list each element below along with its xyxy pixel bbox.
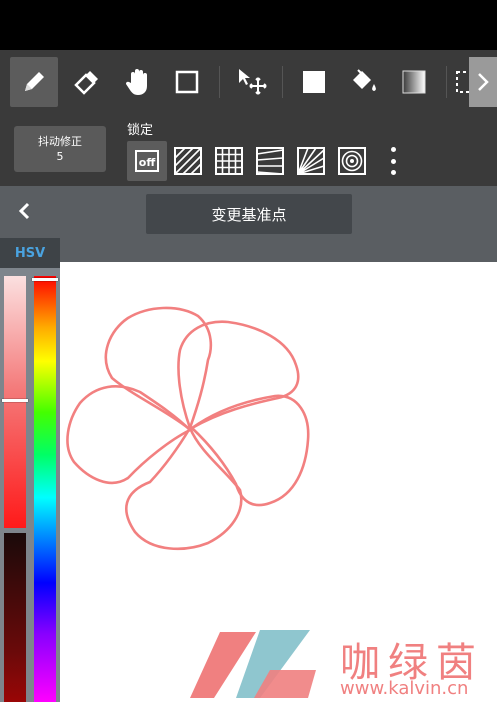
stabilizer-value: 5 [56,150,64,163]
concentric-circles-icon [338,147,366,175]
bucket-icon [353,69,376,91]
stabilizer-label: 抖动修正 [38,135,82,148]
pivot-bar: 变更基准点 [0,186,497,262]
lock-label: 锁定 [127,123,154,138]
flower-petal [104,306,213,430]
toolbar-scroll-right-button[interactable] [469,57,497,107]
perspective-lines-icon [256,147,284,175]
gradient-icon [402,70,426,94]
flower-petal [125,426,243,551]
lock-perspective-button[interactable] [250,141,290,181]
eraser-icon [74,71,98,95]
pen-tool-button[interactable] [10,57,58,107]
radial-lines-icon [297,147,325,175]
lock-concentric-button[interactable] [332,141,372,181]
toolbar-divider [446,66,447,98]
rectangle-tool-button[interactable] [163,57,211,107]
saturation-slider[interactable] [4,276,26,528]
lock-parallel-button[interactable] [168,141,208,181]
bucket-tool-button[interactable] [340,57,388,107]
change-pivot-button[interactable]: 变更基准点 [146,194,352,234]
hue-slider[interactable] [34,276,56,702]
move-tool-button[interactable] [228,57,276,107]
rectangle-icon [175,70,199,94]
flower-petal [66,385,192,485]
chevron-left-icon [18,202,30,220]
fill-rect-icon [303,71,325,93]
more-options-button[interactable] [384,147,402,175]
more-dot [390,158,396,164]
watermark: 咖绿茵 www.kalvin.cn [190,622,497,702]
pen-icon [25,72,44,91]
parallel-lines-icon [174,147,202,175]
hand-icon [125,69,147,95]
fill-rect-tool-button[interactable] [290,57,338,107]
value-slider[interactable] [4,533,26,702]
flower-petal [190,394,310,507]
flower-drawing [66,306,310,551]
hand-tool-button[interactable] [114,57,162,107]
lock-off-button[interactable]: off [127,141,167,181]
lock-grid-button[interactable] [209,141,249,181]
lock-radial-button[interactable] [291,141,331,181]
stabilizer-button[interactable]: 抖动修正 5 [14,126,106,172]
chevron-right-icon [478,73,489,91]
toolbar-divider [219,66,220,98]
gradient-tool-button[interactable] [390,57,438,107]
back-button[interactable] [12,198,38,224]
hsv-tab[interactable]: HSV [0,238,60,268]
hue-handle[interactable] [32,278,58,281]
status-bar [0,0,497,50]
saturation-handle[interactable] [2,399,28,402]
watermark-url: www.kalvin.cn [340,678,469,699]
toolbar-divider [282,66,283,98]
off-icon: off [135,150,159,172]
app-screen: 抖动修正 5 锁定 off 变更基准点 HSV 咖绿茵 www.kalvin.c… [0,0,497,702]
more-dot [390,170,396,175]
grid-icon [215,147,243,175]
watermark-logo [190,630,316,698]
lock-off-text: off [138,156,156,169]
eraser-tool-button[interactable] [62,57,110,107]
main-toolbar [0,50,497,114]
tool-options-bar: 抖动修正 5 锁定 off [0,114,497,186]
move-icon [239,69,267,95]
more-dot [390,147,396,152]
color-panel: HSV [0,238,60,702]
